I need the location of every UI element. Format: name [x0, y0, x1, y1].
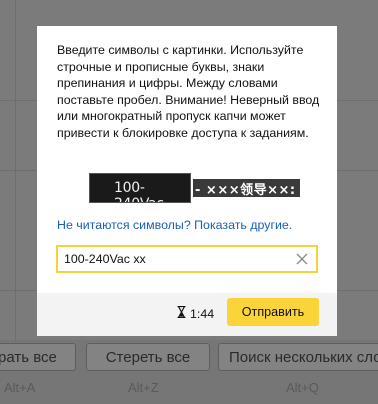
background-shortcut-hint: Alt+Q — [286, 380, 319, 395]
background-shortcut-hint: Alt+Z — [128, 380, 159, 395]
background-select-all-button: рать все — [0, 343, 76, 371]
clear-input-icon[interactable] — [294, 251, 310, 267]
captcha-dialog: Введите символы с картинки. Используйте … — [37, 26, 337, 336]
background-shortcut-hint: Alt+A — [4, 380, 36, 395]
background-search-multiple-button: Поиск нескольких сло — [218, 343, 378, 371]
submit-button[interactable]: Отправить — [227, 298, 319, 326]
background-clear-all-button: Стереть все — [86, 343, 210, 371]
captcha-instructions: Введите символы с картинки. Используйте … — [57, 43, 320, 140]
captcha-image: 100-240Vac — [89, 173, 191, 203]
background-toolbar: рать все Стереть все Поиск нескольких сл… — [0, 340, 378, 404]
captcha-image-text: 100-240Vac — [114, 180, 164, 202]
captcha-input-wrapper — [56, 245, 318, 273]
captcha-image-secondary-text: - ×××领导××: — [195, 183, 296, 197]
captcha-dialog-footer: 1:44 Отправить — [37, 293, 337, 336]
captcha-image-secondary: - ×××领导××: — [193, 179, 300, 197]
show-other-captcha-link[interactable]: Не читаются символы? Показать другие. — [57, 218, 292, 232]
hourglass-icon — [177, 305, 186, 321]
countdown-timer: 1:44 — [177, 305, 215, 321]
captcha-input[interactable] — [64, 250, 284, 268]
countdown-time: 1:44 — [190, 306, 215, 321]
